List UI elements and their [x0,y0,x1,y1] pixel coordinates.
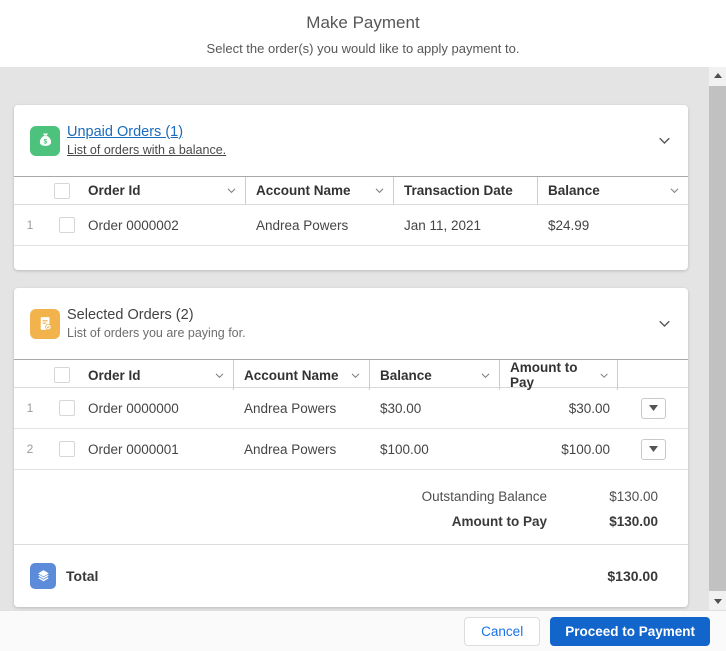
row-dropdown-button[interactable] [641,439,666,460]
outstanding-balance-value: $130.00 [547,489,658,504]
cell-amount-to-pay: $100.00 [500,442,618,457]
actions-column-header [618,360,688,390]
total-value: $130.00 [607,568,658,584]
unpaid-orders-title-link[interactable]: Unpaid Orders (1) [67,123,226,142]
checkbox[interactable] [54,183,70,199]
column-header-order-id[interactable]: Order Id [78,360,234,390]
cell-amount-to-pay: $30.00 [500,401,618,416]
row-number-header [14,177,46,204]
checkbox[interactable] [59,400,75,416]
select-all-checkbox[interactable] [46,360,78,390]
row-number-header [14,360,46,390]
cell-balance: $30.00 [370,401,500,416]
row-number: 1 [14,218,46,232]
table-row: 1 Order 0000000 Andrea Powers $30.00 $30… [14,388,688,429]
arrow-down-icon [714,599,722,604]
cell-balance: $100.00 [370,442,500,457]
cell-order-id: Order 0000000 [78,401,234,416]
document-check-icon [30,309,60,339]
layers-icon [30,563,56,589]
row-actions [618,439,688,460]
checkbox[interactable] [54,367,70,383]
unpaid-orders-header: $ Unpaid Orders (1) List of orders with … [14,105,688,176]
select-all-checkbox[interactable] [46,177,78,204]
row-number: 2 [14,442,46,456]
sort-chevron-icon[interactable] [599,370,609,381]
payment-summary: Outstanding Balance $130.00 Amount to Pa… [14,470,688,544]
checkbox[interactable] [59,441,75,457]
svg-text:$: $ [43,139,47,146]
caret-down-icon [649,405,658,411]
selected-orders-title: Selected Orders (2) [67,306,246,325]
row-actions [618,398,688,419]
selected-orders-subtitle: List of orders you are paying for. [67,325,246,342]
scroll-up-button[interactable] [709,67,726,84]
row-checkbox[interactable] [46,217,78,233]
outstanding-balance-row: Outstanding Balance $130.00 [14,484,658,509]
cell-account-name: Andrea Powers [234,401,370,416]
row-checkbox[interactable] [46,441,78,457]
column-header-balance[interactable]: Balance [370,360,500,390]
selected-orders-card: Selected Orders (2) List of orders you a… [14,288,688,607]
sort-chevron-icon[interactable] [226,185,237,196]
table-row: 1 Order 0000002 Andrea Powers Jan 11, 20… [14,205,688,246]
outstanding-balance-label: Outstanding Balance [422,489,547,504]
total-label: Total [66,568,98,584]
proceed-to-payment-button[interactable]: Proceed to Payment [550,617,710,646]
row-checkbox[interactable] [46,400,78,416]
sort-chevron-icon[interactable] [669,185,680,196]
sort-chevron-icon[interactable] [480,370,491,381]
row-number: 1 [14,401,46,415]
page-title: Make Payment [0,0,726,33]
page-subtitle: Select the order(s) you would like to ap… [0,41,726,56]
cell-transaction-date: Jan 11, 2021 [394,218,538,233]
dialog-footer: Cancel Proceed to Payment [0,610,726,651]
amount-to-pay-label: Amount to Pay [452,514,547,529]
cell-balance: $24.99 [538,218,688,233]
caret-down-icon [649,446,658,452]
dialog-body: $ Unpaid Orders (1) List of orders with … [0,67,726,610]
cell-order-id: Order 0000002 [78,218,246,233]
table-row: 2 Order 0000001 Andrea Powers $100.00 $1… [14,429,688,470]
unpaid-table-header: Order Id Account Name Transaction Date B… [14,176,688,205]
make-payment-dialog: Make Payment Select the order(s) you wou… [0,0,726,651]
total-row: Total $130.00 [14,544,688,607]
cancel-button[interactable]: Cancel [464,617,540,646]
selected-collapse-chevron-icon[interactable] [657,316,672,331]
sort-chevron-icon[interactable] [214,370,225,381]
column-header-amount-to-pay[interactable]: Amount to Pay [500,360,618,390]
selected-orders-header: Selected Orders (2) List of orders you a… [14,288,688,359]
cell-order-id: Order 0000001 [78,442,234,457]
unpaid-collapse-chevron-icon[interactable] [657,133,672,148]
unpaid-orders-subtitle-link[interactable]: List of orders with a balance. [67,142,226,159]
row-dropdown-button[interactable] [641,398,666,419]
column-header-order-id[interactable]: Order Id [78,177,246,204]
amount-to-pay-value: $130.00 [547,514,658,529]
checkbox[interactable] [59,217,75,233]
sort-chevron-icon[interactable] [374,185,385,196]
dialog-header: Make Payment Select the order(s) you wou… [0,0,726,67]
unpaid-orders-titles: Unpaid Orders (1) List of orders with a … [67,123,226,159]
cell-account-name: Andrea Powers [246,218,394,233]
selected-orders-titles: Selected Orders (2) List of orders you a… [67,306,246,342]
sort-chevron-icon[interactable] [350,370,361,381]
arrow-up-icon [714,73,722,78]
scroll-down-button[interactable] [709,593,726,610]
amount-to-pay-row: Amount to Pay $130.00 [14,509,658,534]
column-header-account-name[interactable]: Account Name [234,360,370,390]
column-header-transaction-date[interactable]: Transaction Date [394,177,538,204]
column-header-balance[interactable]: Balance [538,177,688,204]
scrollbar[interactable] [709,67,726,610]
spacer [14,246,688,270]
unpaid-orders-card: $ Unpaid Orders (1) List of orders with … [14,105,688,270]
cell-account-name: Andrea Powers [234,442,370,457]
selected-table-header: Order Id Account Name Balance Amount to … [14,359,688,388]
column-header-account-name[interactable]: Account Name [246,177,394,204]
scrollbar-thumb[interactable] [709,86,726,591]
money-bag-icon: $ [30,126,60,156]
